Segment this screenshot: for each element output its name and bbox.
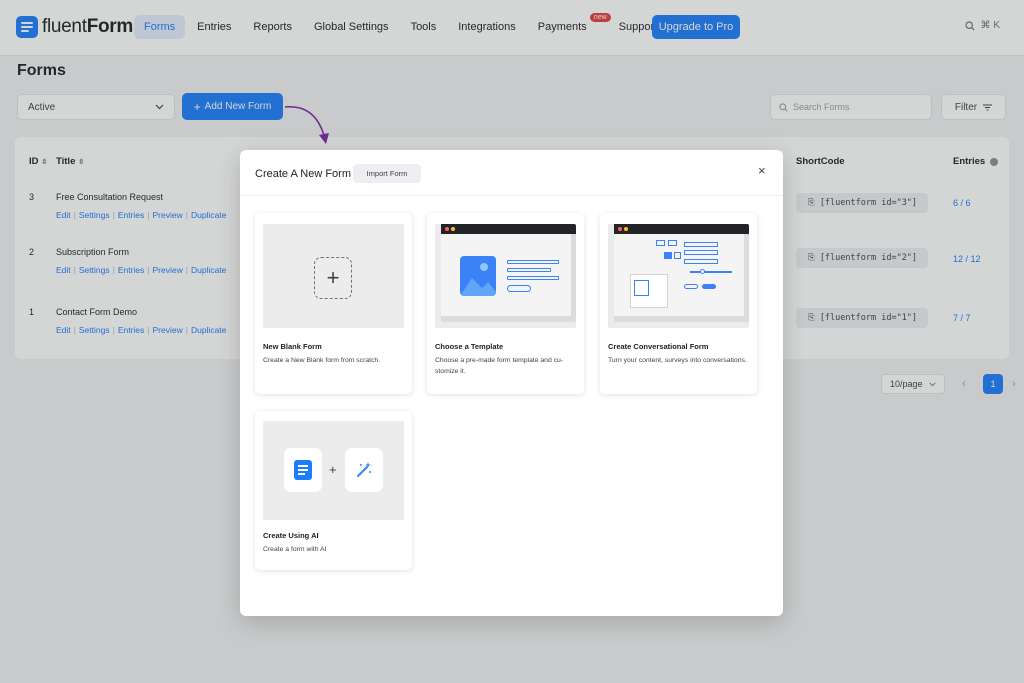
ai-thumbnail: + [263, 421, 404, 520]
image-placeholder-icon [460, 256, 496, 296]
plus-icon: + [314, 257, 352, 299]
import-form-button[interactable]: Import Form [353, 164, 421, 183]
plus-icon: + [329, 462, 337, 477]
create-using-ai-card[interactable]: + Create Using AI Create a form with AI [255, 411, 412, 570]
magic-wand-icon [345, 448, 383, 492]
card-desc: Turn your content, surveys into conversa… [608, 357, 747, 364]
card-desc: Create a form with AI [263, 546, 327, 553]
card-desc: Choose a pre-made form template and cu- … [435, 357, 564, 375]
card-title: Create Conversational Form [608, 342, 709, 351]
modal-title: Create A New Form [255, 168, 351, 180]
modal-divider [240, 195, 783, 196]
conversational-thumbnail [608, 224, 749, 328]
card-title: Choose a Template [435, 342, 504, 351]
blank-form-thumbnail: + [263, 224, 404, 328]
fluentforms-logo-icon [284, 448, 322, 492]
close-icon[interactable]: × [758, 163, 766, 178]
template-thumbnail [435, 224, 576, 328]
card-title: New Blank Form [263, 342, 322, 351]
annotation-arrow-icon [284, 106, 329, 144]
conversational-form-card[interactable]: Create Conversational Form Turn your con… [600, 213, 757, 394]
create-form-modal: Create A New Form Import Form × + New Bl… [240, 150, 783, 616]
card-title: Create Using AI [263, 531, 319, 540]
card-desc: Create a New Blank form from scratch. [263, 357, 381, 364]
new-blank-form-card[interactable]: + New Blank Form Create a New Blank form… [255, 213, 412, 394]
choose-template-card[interactable]: Choose a Template Choose a pre-made form… [427, 213, 584, 394]
